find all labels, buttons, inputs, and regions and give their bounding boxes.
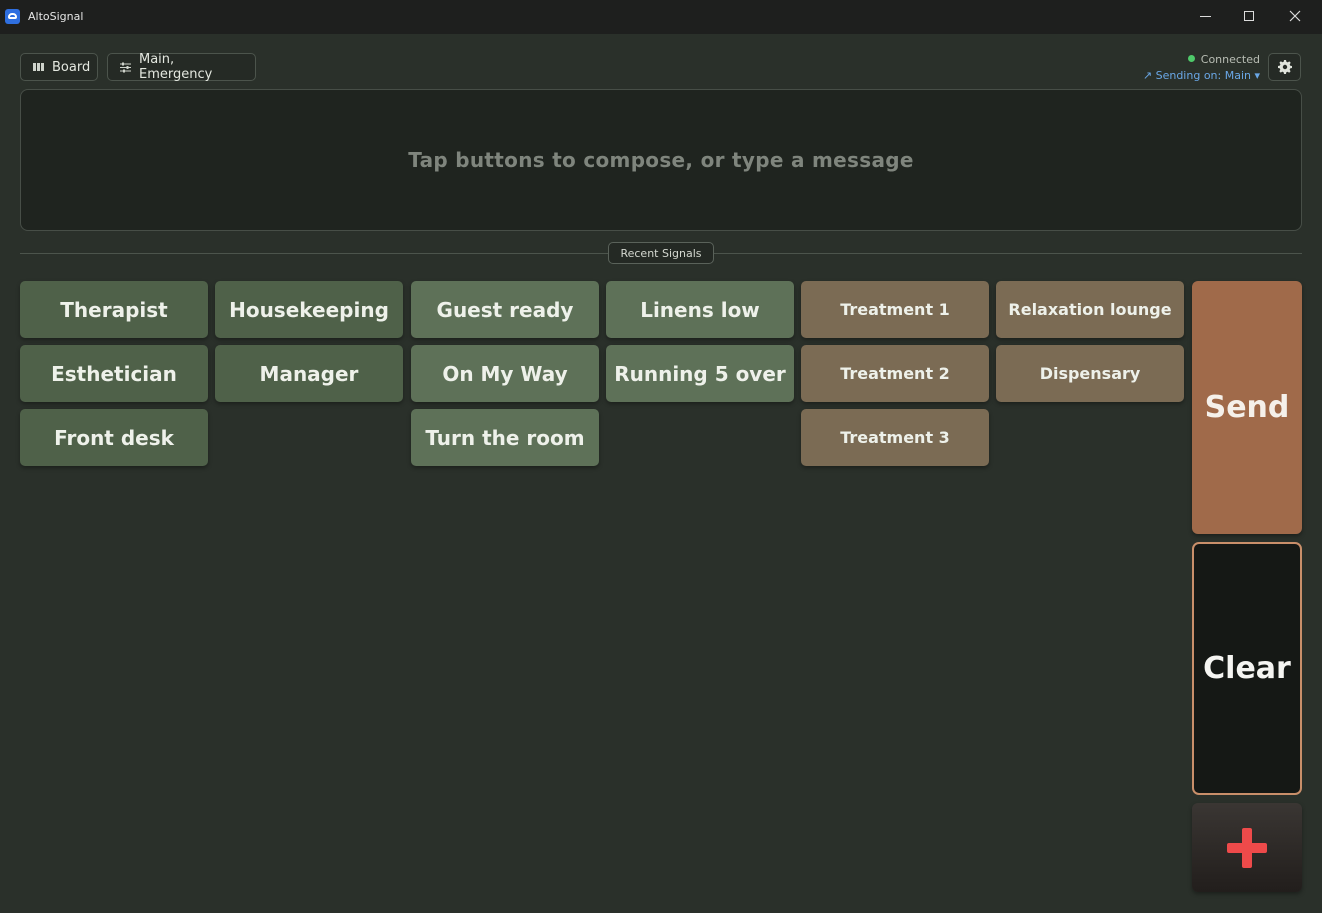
- signal-linens-low[interactable]: Linens low: [606, 281, 794, 338]
- signal-front-desk[interactable]: Front desk: [20, 409, 208, 466]
- title-bar: AltoSignal: [0, 0, 1322, 34]
- window-title: AltoSignal: [28, 10, 84, 23]
- maximize-button[interactable]: [1226, 0, 1272, 32]
- status-dot-icon: [1187, 55, 1195, 62]
- channels-filter-button[interactable]: Main, Emergency: [107, 52, 256, 82]
- close-button[interactable]: [1272, 0, 1318, 32]
- minimize-button[interactable]: [1182, 0, 1228, 32]
- signal-dispensary[interactable]: Dispensary: [996, 345, 1184, 402]
- signal-treatment-3[interactable]: Treatment 3: [801, 409, 989, 466]
- signal-guest-ready[interactable]: Guest ready: [411, 281, 599, 338]
- signal-relaxation-lounge[interactable]: Relaxation lounge: [996, 281, 1184, 338]
- settings-button[interactable]: [1268, 53, 1301, 81]
- signal-on-my-way[interactable]: On My Way: [411, 345, 599, 402]
- board-icon: [33, 63, 44, 71]
- sending-channel-selector[interactable]: ↗ Sending on: Main ▾: [1120, 68, 1260, 84]
- minimize-icon: [1199, 15, 1211, 17]
- signal-manager[interactable]: Manager: [215, 345, 403, 402]
- signal-housekeeping[interactable]: Housekeeping: [215, 281, 403, 338]
- signal-running-5-over[interactable]: Running 5 over: [606, 345, 794, 402]
- signal-treatment-2[interactable]: Treatment 2: [801, 345, 989, 402]
- connection-label: Connected: [1200, 53, 1260, 66]
- maximize-icon: [1244, 11, 1254, 21]
- signal-therapist[interactable]: Therapist: [20, 281, 208, 338]
- board-button[interactable]: Board: [20, 53, 98, 81]
- recent-signals-button[interactable]: Recent Signals: [608, 242, 714, 264]
- app-logo-icon: [5, 9, 20, 24]
- channels-filter-label: Main, Emergency: [139, 52, 213, 82]
- plus-icon: [1227, 827, 1267, 868]
- connection-status: Connected ↗ Sending on: Main ▾: [1120, 53, 1260, 84]
- send-button[interactable]: Send: [1192, 281, 1302, 534]
- signal-turn-the-room[interactable]: Turn the room: [411, 409, 599, 466]
- compose-input[interactable]: Tap buttons to compose, or type a messag…: [20, 89, 1302, 231]
- signal-treatment-1[interactable]: Treatment 1: [801, 281, 989, 338]
- sliders-icon: [120, 62, 131, 73]
- emergency-button[interactable]: [1192, 803, 1302, 892]
- board-button-label: Board: [52, 59, 91, 75]
- signal-esthetician[interactable]: Esthetician: [20, 345, 208, 402]
- connection-indicator: Connected: [1120, 53, 1260, 67]
- compose-placeholder: Tap buttons to compose, or type a messag…: [408, 148, 914, 172]
- gear-icon: [1277, 60, 1292, 74]
- close-icon: [1289, 10, 1301, 22]
- clear-button[interactable]: Clear: [1192, 542, 1302, 795]
